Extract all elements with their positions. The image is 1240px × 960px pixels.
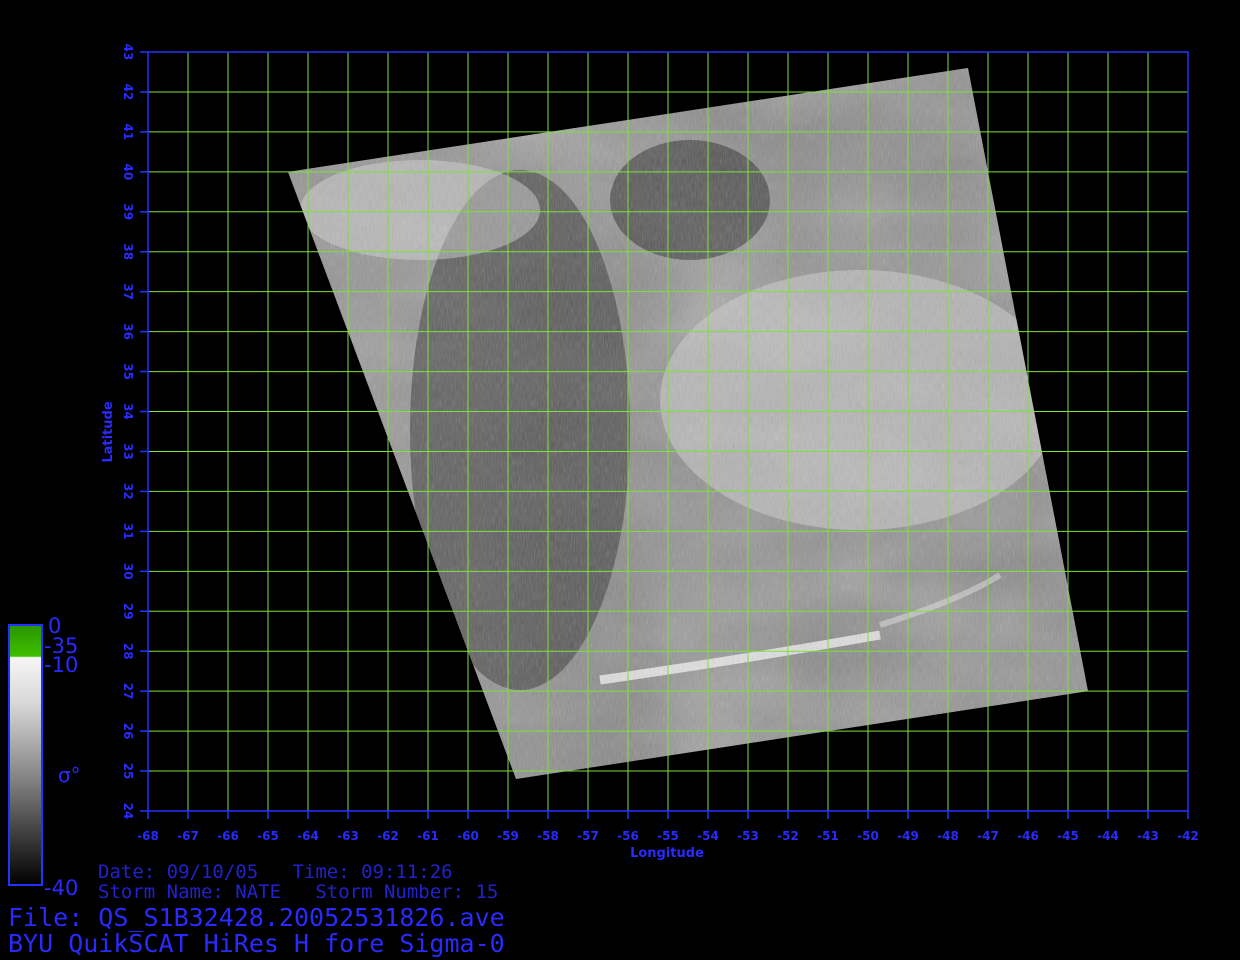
y-tick-label: 37 <box>121 283 135 300</box>
y-tick-label: 36 <box>121 323 135 340</box>
y-tick-label: 35 <box>121 363 135 380</box>
x-axis-label: Longitude <box>630 846 704 861</box>
y-tick-label: 39 <box>121 203 135 220</box>
x-tick-label: -55 <box>657 829 679 843</box>
x-tick-label: -43 <box>1137 829 1159 843</box>
y-tick-label: 30 <box>121 563 135 580</box>
x-tick-label: -50 <box>857 829 879 843</box>
x-tick-label: -48 <box>937 829 959 843</box>
x-tick-label: -51 <box>817 829 839 843</box>
x-tick-label: -56 <box>617 829 639 843</box>
y-tick-labels: 24 25 26 27 28 29 30 31 32 33 34 35 36 37 38 39 40 41 42 43 <box>121 44 135 820</box>
x-tick-label: -46 <box>1017 829 1039 843</box>
x-tick-label: -68 <box>137 829 159 843</box>
x-tick-label: -47 <box>977 829 999 843</box>
x-tick-label: -64 <box>297 829 319 843</box>
x-tick-label: -61 <box>417 829 439 843</box>
x-tick-label: -57 <box>577 829 599 843</box>
x-tick-labels: -68 -67 -66 -65 -64 -63 -62 -61 -60 -59 -58 -57 -56 -… <box>137 829 1199 843</box>
x-tick-label: -62 <box>377 829 399 843</box>
x-tick-label: -52 <box>777 829 799 843</box>
info-date-time: Date: 09/10/05 Time: 09:11:26 <box>98 861 453 883</box>
info-product: BYU QuikSCAT HiRes H fore Sigma-0 <box>8 929 505 958</box>
x-tick-label: -45 <box>1057 829 1079 843</box>
x-tick-label: -49 <box>897 829 919 843</box>
y-tick-label: 34 <box>121 403 135 420</box>
x-tick-label: -54 <box>697 829 719 843</box>
y-tick-label: 26 <box>121 723 135 740</box>
colorbar-tick-3: -40 <box>44 876 78 900</box>
x-tick-label: -67 <box>177 829 199 843</box>
y-axis-label: Latitude <box>101 401 116 463</box>
y-tick-label: 28 <box>121 643 135 660</box>
y-tick-label: 27 <box>121 683 135 700</box>
scatterometer-image: -68 -67 -66 -65 -64 -63 -62 -61 -60 -59 -58 -57 -56 -… <box>8 44 1199 958</box>
x-tick-label: -44 <box>1097 829 1119 843</box>
swath-image <box>288 67 1088 780</box>
x-tick-label: -58 <box>537 829 559 843</box>
x-tick-label: -63 <box>337 829 359 843</box>
x-tick-label: -53 <box>737 829 759 843</box>
colorbar-tick-2: -10 <box>44 653 78 677</box>
y-tick-label: 43 <box>121 44 135 61</box>
y-tick-label: 42 <box>121 84 135 101</box>
y-tick-label: 31 <box>121 523 135 540</box>
x-tick-label: -66 <box>217 829 239 843</box>
y-tick-label: 29 <box>121 603 135 620</box>
x-tick-label: -59 <box>497 829 519 843</box>
y-tick-label: 38 <box>121 243 135 260</box>
x-tick-label: -60 <box>457 829 479 843</box>
x-tick-label: -65 <box>257 829 279 843</box>
info-storm: Storm Name: NATE Storm Number: 15 <box>98 881 498 903</box>
y-tick-label: 24 <box>121 803 135 820</box>
colorbar <box>8 624 43 886</box>
y-tick-label: 33 <box>121 443 135 460</box>
info-file: File: QS_S1B32428.20052531826.ave <box>8 903 505 932</box>
y-tick-label: 41 <box>121 124 135 141</box>
x-tick-label: -42 <box>1177 829 1199 843</box>
y-tick-label: 40 <box>121 163 135 180</box>
y-tick-label: 32 <box>121 483 135 500</box>
y-tick-label: 25 <box>121 763 135 780</box>
colorbar-label: σ° <box>58 763 81 787</box>
